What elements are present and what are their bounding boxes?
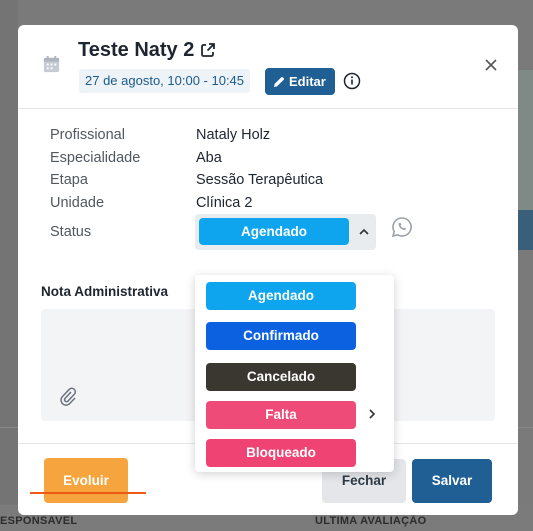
whatsapp-icon[interactable] [391, 216, 413, 238]
background-column-responsavel: ESPONSAVEL [0, 515, 78, 527]
calendar-icon [43, 55, 60, 73]
detail-label: Profissional [50, 127, 125, 143]
detail-label: Etapa [50, 172, 88, 189]
nota-administrativa-label: Nota Administrativa [41, 284, 169, 299]
detail-value: Clínica 2 [196, 195, 253, 212]
detail-value: Sessão Terapêutica [196, 172, 324, 189]
paperclip-icon[interactable] [59, 386, 77, 408]
status-selected-value: Agendado [199, 218, 349, 245]
background-column-ultima-avaliacao: ULTIMA AVALIAÇÃO [315, 515, 427, 527]
appointment-modal: Teste Naty 2 27 de agosto, 10:00 - 10:45… [18, 25, 518, 515]
appointment-title: Teste Naty 2 [78, 39, 195, 61]
external-link-icon[interactable] [200, 42, 216, 58]
status-dropdown-menu: Agendado Confirmado Cancelado Falta Bloq… [195, 275, 394, 472]
status-option-cancelado[interactable]: Cancelado [206, 363, 356, 391]
edit-button[interactable]: Editar [265, 68, 335, 95]
salvar-button[interactable]: Salvar [412, 459, 492, 503]
status-option-agendado[interactable]: Agendado [206, 282, 356, 310]
status-option-bloqueado[interactable]: Bloqueado [206, 439, 356, 467]
status-option-falta[interactable]: Falta [206, 401, 356, 429]
status-option-confirmado[interactable]: Confirmado [206, 322, 356, 350]
info-icon[interactable] [343, 72, 361, 90]
status-label: Status [50, 224, 92, 240]
evoluir-button[interactable]: Evoluir [44, 458, 128, 503]
edit-button-label: Editar [289, 74, 326, 89]
background-left-strip [0, 0, 18, 531]
detail-value: Nataly Holz [196, 127, 271, 143]
appointment-date: 27 de agosto, 10:00 - 10:45 [79, 69, 251, 93]
modal-header: Teste Naty 2 27 de agosto, 10:00 - 10:45… [18, 25, 518, 109]
pencil-icon [274, 77, 284, 87]
close-icon[interactable] [484, 58, 498, 72]
chevron-right-icon[interactable] [367, 408, 377, 420]
status-select[interactable]: Agendado [195, 214, 376, 250]
background-right-block [518, 70, 533, 210]
detail-value: Aba [196, 149, 222, 166]
chevron-up-icon [359, 228, 369, 235]
detail-label: Unidade [50, 195, 105, 212]
background-accent [518, 210, 533, 250]
detail-label: Especialidade [50, 149, 141, 166]
evoluir-underline [30, 492, 146, 494]
